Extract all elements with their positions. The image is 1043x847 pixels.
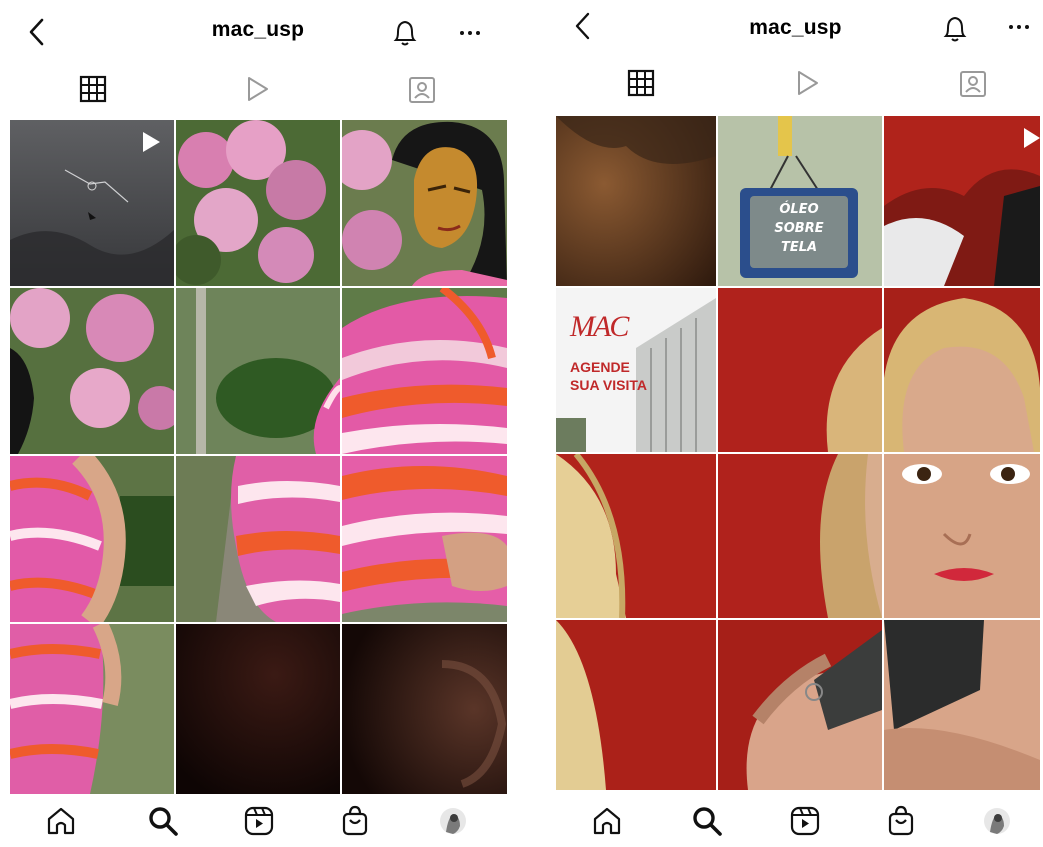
search-icon[interactable] — [146, 804, 180, 838]
post-thumbnail-video[interactable] — [884, 116, 1040, 286]
post-thumbnail[interactable] — [342, 288, 507, 454]
bell-icon[interactable] — [390, 14, 420, 50]
post-thumbnail[interactable] — [718, 454, 882, 618]
tagged-icon[interactable] — [405, 72, 439, 106]
post-thumbnail[interactable] — [10, 288, 174, 454]
bell-icon[interactable] — [940, 10, 970, 46]
post-thumbnail[interactable] — [342, 120, 507, 286]
mac-logo: MAC — [570, 310, 629, 343]
post-thumbnail-mac[interactable]: MAC AGENDE SUA VISITA — [556, 288, 716, 452]
post-thumbnail[interactable] — [556, 620, 716, 790]
post-thumbnail[interactable] — [556, 116, 716, 286]
play-icon[interactable] — [240, 72, 274, 106]
post-thumbnail[interactable] — [176, 288, 340, 454]
profile-header: mac_usp — [548, 0, 1043, 64]
tagged-icon[interactable] — [956, 66, 990, 100]
home-icon[interactable] — [44, 804, 78, 838]
bottom-navigation — [0, 792, 516, 847]
profile-username: mac_usp — [211, 18, 305, 41]
phone-screen-right: mac_usp ÓLEO SOBRE TELA MAC AGENDE SUA V… — [548, 0, 1043, 847]
posts-grid: ÓLEO SOBRE TELA MAC AGENDE SUA VISITA — [556, 116, 1040, 790]
post-thumbnail[interactable] — [884, 288, 1040, 452]
grid-icon[interactable] — [76, 72, 110, 106]
post-thumbnail[interactable] — [884, 454, 1040, 618]
tv-caption-line: TELA — [780, 240, 818, 255]
post-thumbnail[interactable] — [884, 620, 1040, 790]
reels-icon[interactable] — [788, 804, 822, 838]
profile-avatar[interactable] — [436, 804, 470, 838]
post-thumbnail[interactable] — [10, 456, 174, 622]
bottom-navigation — [548, 792, 1043, 847]
post-thumbnail-tv[interactable]: ÓLEO SOBRE TELA — [718, 116, 882, 286]
profile-tabs — [0, 66, 516, 112]
post-thumbnail[interactable] — [176, 456, 340, 622]
profile-header: mac_usp — [0, 0, 516, 64]
home-icon[interactable] — [590, 804, 624, 838]
post-thumbnail[interactable] — [718, 288, 882, 452]
play-icon[interactable] — [790, 66, 824, 100]
shop-icon[interactable] — [884, 804, 918, 838]
search-icon[interactable] — [690, 804, 724, 838]
video-badge-icon — [143, 132, 160, 152]
mac-caption-line: SUA VISITA — [570, 377, 648, 393]
reels-icon[interactable] — [242, 804, 276, 838]
post-thumbnail[interactable] — [176, 624, 340, 794]
grid-icon[interactable] — [624, 66, 658, 100]
posts-grid — [10, 120, 507, 794]
mac-caption-line: AGENDE — [570, 359, 630, 375]
more-options-icon[interactable] — [455, 14, 485, 50]
profile-avatar[interactable] — [980, 804, 1014, 838]
tv-caption-line: SOBRE — [774, 221, 824, 236]
post-thumbnail[interactable] — [342, 624, 507, 794]
tv-caption-line: ÓLEO — [779, 202, 819, 217]
post-thumbnail[interactable] — [176, 120, 340, 286]
post-thumbnail[interactable] — [342, 456, 507, 622]
phone-screen-left: mac_usp — [0, 0, 516, 847]
post-thumbnail[interactable] — [718, 620, 882, 790]
video-badge-icon — [1024, 128, 1040, 148]
post-thumbnail[interactable] — [556, 454, 716, 618]
post-thumbnail[interactable] — [10, 624, 174, 794]
profile-tabs — [548, 60, 1043, 106]
shop-icon[interactable] — [338, 804, 372, 838]
more-options-icon[interactable] — [1004, 8, 1034, 44]
post-thumbnail-video[interactable] — [10, 120, 174, 286]
